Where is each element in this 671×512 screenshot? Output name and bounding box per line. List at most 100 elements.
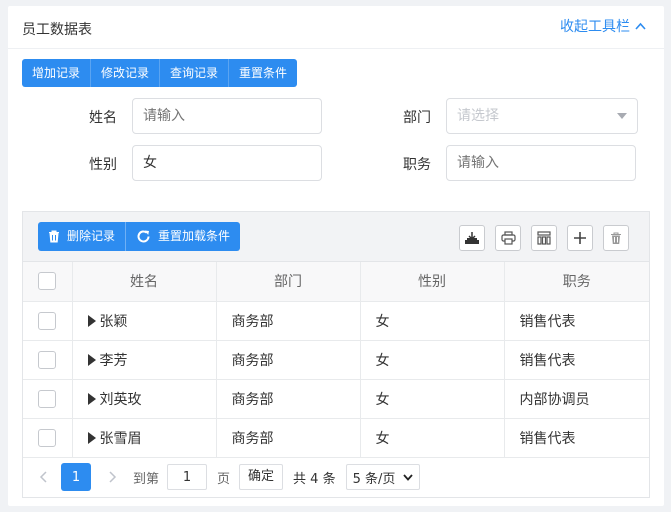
dept-select[interactable]: 请选择 [446, 98, 638, 134]
delete-record-label: 删除记录 [67, 229, 116, 243]
table-row[interactable]: 刘英玫 商务部 女 内部协调员 [23, 379, 649, 419]
gender-cell: 女 [360, 379, 505, 419]
dept-cell: 商务部 [216, 379, 361, 419]
delete-record-button[interactable]: 删除记录 [38, 222, 127, 251]
next-page-button[interactable] [103, 471, 123, 483]
gender-label: 性别 [89, 157, 117, 173]
goto-page-input[interactable] [167, 464, 208, 490]
action-button-group: 增加记录 修改记录 查询记录 重置条件 [22, 59, 298, 87]
add-icon [574, 232, 586, 244]
chevron-down-icon [402, 473, 413, 481]
row-checkbox[interactable] [38, 389, 57, 408]
name-label: 姓名 [89, 110, 117, 126]
row-checkbox[interactable] [38, 350, 57, 369]
column-header-dept[interactable]: 部门 [216, 262, 361, 302]
table-row[interactable]: 李芳 商务部 女 销售代表 [23, 340, 649, 380]
prev-page-button[interactable] [33, 471, 53, 483]
edit-record-button[interactable]: 修改记录 [91, 59, 161, 87]
collapse-toolbar-link[interactable]: 收起工具栏 [560, 16, 646, 36]
column-header-gender[interactable]: 性别 [360, 262, 505, 302]
add-row-button[interactable] [567, 225, 593, 251]
gender-cell: 女 [360, 301, 505, 341]
row-select-cell [23, 379, 73, 419]
expand-row-icon[interactable] [87, 431, 96, 444]
reset-condition-button[interactable]: 重置条件 [229, 59, 298, 87]
name-cell: 李芳 [72, 340, 217, 380]
gender-cell: 女 [360, 340, 505, 380]
table-action-group: 删除记录 重置加载条件 [38, 222, 241, 251]
select-all-checkbox[interactable] [38, 272, 57, 291]
row-checkbox[interactable] [38, 311, 57, 330]
print-button[interactable] [495, 225, 521, 251]
position-cell: 销售代表 [504, 301, 649, 341]
add-record-button[interactable]: 增加记录 [22, 59, 92, 87]
import-button[interactable] [459, 225, 485, 251]
chevron-left-icon [39, 471, 47, 483]
column-header-position[interactable]: 职务 [504, 262, 649, 302]
row-checkbox[interactable] [38, 428, 57, 447]
table-toolbar: 删除记录 重置加载条件 [23, 212, 649, 262]
dept-select-placeholder: 请选择 [457, 108, 499, 124]
page-number-current[interactable]: 1 [61, 463, 91, 491]
name-value: 李芳 [99, 352, 128, 369]
select-all-cell [23, 262, 73, 302]
chevron-up-icon [635, 22, 646, 30]
name-input[interactable] [132, 98, 322, 134]
position-cell: 内部协调员 [504, 379, 649, 419]
import-icon [465, 232, 479, 244]
panel-header: 员工数据表 收起工具栏 [8, 6, 664, 49]
goto-confirm-button[interactable]: 确定 [239, 464, 284, 490]
employee-panel: 员工数据表 收起工具栏 增加记录 修改记录 查询记录 重置条件 姓名 部门 请选… [8, 6, 664, 506]
columns-button[interactable] [531, 225, 557, 251]
page-size-select[interactable]: 5 条/页 [345, 464, 420, 490]
expand-row-icon[interactable] [87, 314, 96, 327]
goto-label: 到第 [133, 471, 160, 487]
table-header-row: 姓名 部门 性别 职务 [23, 262, 649, 302]
expand-row-icon[interactable] [87, 353, 96, 366]
table-row[interactable]: 张雪眉 商务部 女 销售代表 [23, 418, 649, 458]
reset-load-button[interactable]: 重置加载条件 [126, 222, 241, 251]
expand-row-icon[interactable] [87, 392, 96, 405]
column-header-name[interactable]: 姓名 [72, 262, 217, 302]
delete-row-button[interactable] [603, 225, 629, 251]
dept-cell: 商务部 [216, 340, 361, 380]
page-title: 员工数据表 [22, 22, 92, 38]
position-cell: 销售代表 [504, 340, 649, 380]
pagination: 1 到第 页 确定 共 4 条 5 条/页 [23, 457, 649, 497]
trash-icon [49, 230, 59, 243]
total-count: 共 4 条 [293, 471, 336, 487]
gender-value: 女 [143, 155, 157, 171]
name-cell: 张颖 [72, 301, 217, 341]
dept-cell: 商务部 [216, 418, 361, 458]
gender-cell: 女 [360, 418, 505, 458]
name-cell: 张雪眉 [72, 418, 217, 458]
row-select-cell [23, 340, 73, 380]
name-value: 张雪眉 [99, 430, 142, 447]
columns-icon [537, 231, 551, 245]
row-select-cell [23, 301, 73, 341]
page-size-value: 5 条/页 [352, 471, 396, 487]
table-tools [449, 225, 629, 251]
position-label: 职务 [403, 157, 431, 173]
row-select-cell [23, 418, 73, 458]
gender-input[interactable]: 女 [132, 145, 322, 181]
dept-cell: 商务部 [216, 301, 361, 341]
employee-table: 姓名 部门 性别 职务 张颖 商务部 女 销售代表 李芳 商务部 女 销售代表 … [23, 262, 649, 458]
query-record-button[interactable]: 查询记录 [160, 59, 230, 87]
dept-label: 部门 [403, 110, 431, 126]
name-value: 张颖 [99, 313, 128, 330]
name-value: 刘英玫 [99, 391, 142, 408]
data-table-container: 删除记录 重置加载条件 姓名 部门 性别 职务 张颖 商务部 女 销售代表 李芳… [22, 211, 650, 498]
position-input[interactable] [446, 145, 636, 181]
print-icon [500, 231, 516, 245]
table-row[interactable]: 张颖 商务部 女 销售代表 [23, 301, 649, 341]
position-cell: 销售代表 [504, 418, 649, 458]
trash-icon [611, 232, 621, 244]
collapse-toolbar-label: 收起工具栏 [560, 19, 630, 35]
refresh-icon [137, 230, 150, 243]
name-cell: 刘英玫 [72, 379, 217, 419]
caret-down-icon [617, 113, 627, 119]
chevron-right-icon [109, 471, 117, 483]
page-unit-label: 页 [217, 471, 231, 487]
reset-load-label: 重置加载条件 [158, 229, 231, 243]
